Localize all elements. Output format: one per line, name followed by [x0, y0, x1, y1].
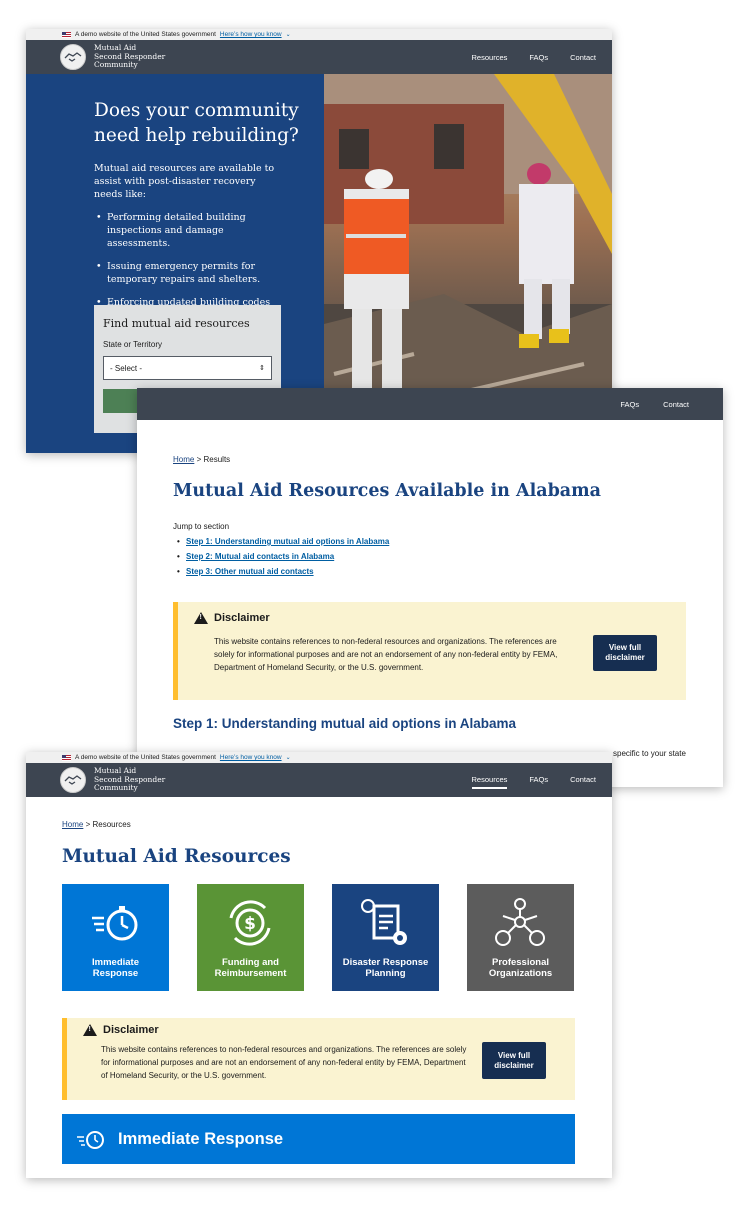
nav-faqs[interactable]: FAQs	[529, 772, 548, 789]
dollar-cycle-icon: $	[229, 900, 271, 946]
jump-link-step-2[interactable]: Step 2: Mutual aid contacts in Alabama	[173, 552, 389, 561]
warning-icon	[83, 1024, 97, 1036]
disclaimer-alert: Disclaimer This website contains referen…	[62, 1018, 575, 1100]
state-select[interactable]: - Select - ⇕	[103, 356, 272, 380]
nav-contact[interactable]: Contact	[570, 50, 596, 65]
view-full-disclaimer-button[interactable]: View full disclaimer	[593, 635, 657, 671]
primary-nav: Resources FAQs Contact	[472, 50, 596, 65]
step-1-heading: Step 1: Understanding mutual aid options…	[173, 716, 517, 731]
gov-banner-text: A demo website of the United States gove…	[75, 31, 216, 38]
site-header: Mutual Aid Second Responder Community Re…	[26, 763, 612, 797]
nav-resources[interactable]: Resources	[471, 772, 508, 789]
site-header: FAQs Contact	[137, 388, 723, 420]
breadcrumb-home-link[interactable]: Home	[62, 820, 83, 829]
chevron-down-icon[interactable]: ⌄	[286, 754, 291, 761]
jump-link-step-1[interactable]: Step 1: Understanding mutual aid options…	[173, 537, 389, 546]
select-arrows-icon: ⇕	[259, 365, 265, 372]
finder-title: Find mutual aid resources	[103, 317, 250, 330]
breadcrumb: Home > Resources	[62, 820, 131, 829]
section-title: Immediate Response	[118, 1129, 284, 1148]
step-1-text: specific to your state	[613, 749, 686, 758]
site-logo-text[interactable]: Mutual Aid Second Responder Community	[94, 44, 165, 70]
site-logo-text[interactable]: Mutual Aid Second Responder Community	[94, 767, 165, 793]
tile-professional-organizations[interactable]: Professional Organizations	[467, 884, 574, 991]
page-title: Mutual Aid Resources	[62, 846, 291, 867]
chevron-down-icon[interactable]: ⌄	[286, 31, 291, 38]
immediate-response-section-header: Immediate Response	[62, 1114, 575, 1164]
svg-text:$: $	[244, 914, 256, 934]
hero-intro: Mutual aid resources are available to as…	[94, 163, 275, 200]
list-item: Performing detailed building inspections…	[94, 211, 284, 250]
nav-faqs[interactable]: FAQs	[620, 400, 639, 409]
state-label: State or Territory	[103, 340, 162, 349]
us-flag-icon	[62, 754, 71, 761]
primary-nav: Resources FAQs Contact	[471, 772, 596, 789]
tile-immediate-response[interactable]: Immediate Response	[62, 884, 169, 991]
nav-contact[interactable]: Contact	[663, 400, 689, 409]
breadcrumb-home-link[interactable]: Home	[173, 455, 194, 464]
hero-title: Does your community need help rebuilding?	[94, 100, 299, 146]
jump-link-step-3[interactable]: Step 3: Other mutual aid contacts	[173, 567, 389, 576]
breadcrumb: Home > Results	[173, 455, 231, 464]
disclaimer-text: This website contains references to non-…	[214, 637, 558, 672]
nav-resources[interactable]: Resources	[472, 50, 508, 65]
breadcrumb-current: Resources	[92, 820, 131, 829]
tile-funding-reimbursement[interactable]: $ Funding and Reimbursement	[197, 884, 304, 991]
disclaimer-heading: Disclaimer	[194, 612, 670, 624]
gov-banner: A demo website of the United States gove…	[26, 29, 612, 40]
resources-page-screenshot: A demo website of the United States gove…	[26, 752, 612, 1178]
gov-banner-text: A demo website of the United States gove…	[75, 754, 216, 761]
gov-banner: A demo website of the United States gove…	[26, 752, 612, 763]
disclaimer-heading: Disclaimer	[83, 1024, 559, 1036]
heres-how-you-know-link[interactable]: Here’s how you know	[220, 754, 282, 761]
disclaimer-alert: Disclaimer This website contains referen…	[173, 602, 686, 700]
network-people-icon	[495, 898, 545, 946]
clipboard-gear-icon	[361, 899, 407, 945]
page-title: Mutual Aid Resources Available in Alabam…	[173, 481, 601, 501]
heres-how-you-know-link[interactable]: Here’s how you know	[220, 31, 282, 38]
nav-contact[interactable]: Contact	[570, 772, 596, 789]
breadcrumb-current: Results	[203, 455, 231, 464]
stopwatch-icon	[92, 906, 138, 941]
list-item: Issuing emergency permits for temporary …	[94, 260, 284, 286]
site-header: Mutual Aid Second Responder Community Re…	[26, 40, 612, 74]
stopwatch-icon	[77, 1131, 104, 1149]
nav-faqs[interactable]: FAQs	[529, 50, 548, 65]
handshake-logo-icon[interactable]	[60, 767, 86, 793]
disclaimer-text: This website contains references to non-…	[101, 1045, 467, 1080]
tile-disaster-response-planning[interactable]: Disaster Response Planning	[332, 884, 439, 991]
handshake-logo-icon[interactable]	[60, 44, 86, 70]
jump-label: Jump to section	[173, 522, 230, 531]
us-flag-icon	[62, 31, 71, 38]
warning-icon	[194, 612, 208, 624]
view-full-disclaimer-button[interactable]: View full disclaimer	[482, 1042, 546, 1079]
results-page-screenshot: FAQs Contact Home > Results Mutual Aid R…	[137, 388, 723, 787]
jump-to-section: Jump to section Step 1: Understanding mu…	[173, 522, 389, 576]
